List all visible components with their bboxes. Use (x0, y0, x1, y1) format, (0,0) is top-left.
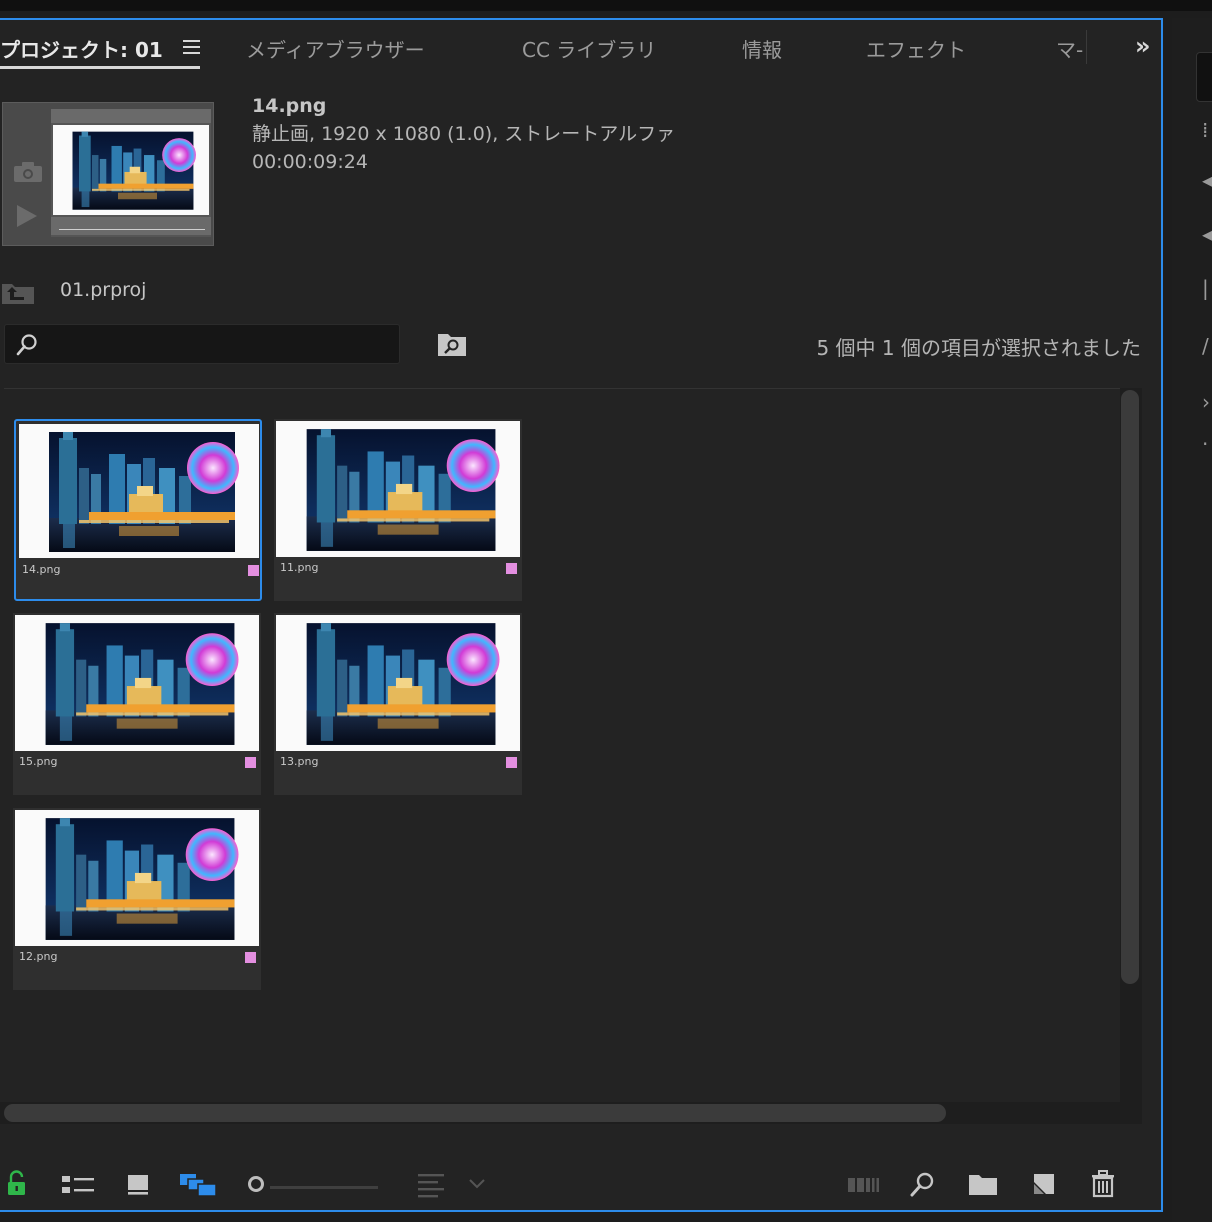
search-input[interactable] (47, 331, 391, 359)
clip-info: 14.png 静止画, 1920 x 1080 (1.0), ストレートアルファ… (252, 92, 675, 176)
selection-status: 5 個中 1 個の項目が選択されました (816, 336, 1141, 360)
zoom-slider-track[interactable] (270, 1186, 378, 1189)
label-color-swatch[interactable] (245, 757, 256, 768)
active-tab-underline (0, 66, 200, 69)
search-field[interactable] (4, 324, 400, 364)
bottom-toolbar (0, 1162, 1161, 1212)
grid-item-12[interactable]: 12.png (13, 808, 261, 990)
zoom-slider-knob[interactable] (248, 1176, 264, 1192)
grid-item-15[interactable]: 15.png (13, 613, 261, 795)
grid-item-13[interactable]: 13.png (274, 613, 522, 795)
clip-filename: 14.png (252, 95, 327, 117)
adjacent-tool-icon[interactable]: / (1202, 334, 1209, 358)
thumbnail-image (15, 615, 259, 751)
tab-overflow-icon[interactable]: » (1135, 32, 1150, 60)
window-top-strip (0, 0, 1212, 11)
find-icon[interactable] (908, 1170, 936, 1198)
item-name: 11.png (280, 561, 319, 574)
thumbnail-image (276, 615, 520, 751)
new-bin-icon[interactable] (968, 1170, 998, 1198)
tab-divider (1086, 30, 1087, 64)
label-color-swatch[interactable] (506, 563, 517, 574)
tab-media-browser[interactable]: メディアブラウザー (246, 34, 425, 63)
vertical-scrollbar[interactable] (1120, 388, 1142, 1102)
thumbnail-image (276, 421, 520, 557)
thumbnail-image (15, 810, 259, 946)
horizontal-scrollbar[interactable] (0, 1102, 1142, 1124)
new-search-bin-icon[interactable] (438, 332, 466, 356)
clip-details: 静止画, 1920 x 1080 (1.0), ストレートアルファ (252, 123, 676, 145)
preview-frame (51, 109, 211, 237)
grid-item-11[interactable]: 11.png (274, 419, 522, 601)
lock-open-icon[interactable] (6, 1170, 28, 1198)
adjacent-panel: ⁞ ◂ ◂ | / › · (1172, 18, 1212, 1222)
horizontal-scroll-thumb[interactable] (4, 1104, 946, 1122)
play-icon[interactable] (17, 205, 37, 227)
item-name: 13.png (280, 755, 319, 768)
label-color-swatch[interactable] (506, 757, 517, 768)
new-item-icon[interactable] (1030, 1170, 1056, 1198)
adjacent-tool-icon[interactable]: ◂ (1202, 168, 1212, 192)
adjacent-panel-block (1196, 52, 1212, 102)
poster-frame-icon[interactable] (13, 161, 43, 183)
item-name: 14.png (22, 563, 61, 576)
adjacent-tool-icon[interactable]: | (1202, 276, 1209, 300)
item-name: 12.png (19, 950, 58, 963)
tab-cc-libraries[interactable]: CC ライブラリ (522, 34, 656, 63)
grid-item-14[interactable]: 14.png (14, 419, 262, 601)
search-icon (16, 334, 37, 356)
trash-icon[interactable] (1090, 1170, 1116, 1198)
panel-tab-bar: プロジェクト: 01 メディアブラウザー CC ライブラリ 情報 エフェクト マ… (0, 20, 1161, 72)
automate-to-sequence-icon[interactable] (846, 1170, 880, 1198)
freeform-view-icon[interactable] (178, 1170, 218, 1198)
preview-thumbnail[interactable] (2, 102, 214, 246)
tab-info[interactable]: 情報 (742, 34, 782, 63)
folder-up-icon[interactable] (2, 282, 34, 304)
list-view-icon[interactable] (60, 1170, 96, 1198)
tab-effects[interactable]: エフェクト (866, 34, 966, 63)
adjacent-tool-icon[interactable]: › (1202, 390, 1210, 414)
clip-duration: 00:00:09:24 (252, 151, 368, 173)
vertical-scroll-thumb[interactable] (1121, 390, 1139, 984)
project-panel: プロジェクト: 01 メディアブラウザー CC ライブラリ 情報 エフェクト マ… (0, 18, 1163, 1212)
item-name: 15.png (19, 755, 58, 768)
label-color-swatch[interactable] (248, 565, 259, 576)
sort-icon[interactable] (416, 1170, 446, 1198)
preview-image (53, 126, 209, 214)
project-name: 01.prproj (60, 279, 147, 301)
label-color-swatch[interactable] (245, 952, 256, 963)
icon-view-icon[interactable] (126, 1170, 150, 1198)
adjacent-tool-icon[interactable]: ◂ (1202, 222, 1212, 246)
tab-project[interactable]: プロジェクト: 01 (0, 34, 163, 63)
adjacent-tool-icon[interactable]: ⁞ (1202, 118, 1208, 142)
adjacent-tool-icon[interactable]: · (1202, 432, 1208, 456)
thumbnail-image (19, 424, 259, 558)
media-grid: 14.png 11.png 15.png 13.png 12.png (4, 388, 1120, 1103)
panel-menu-icon[interactable] (183, 40, 200, 54)
tab-markers[interactable]: マ- (1056, 34, 1083, 63)
sort-dropdown-icon[interactable] (468, 1170, 486, 1198)
